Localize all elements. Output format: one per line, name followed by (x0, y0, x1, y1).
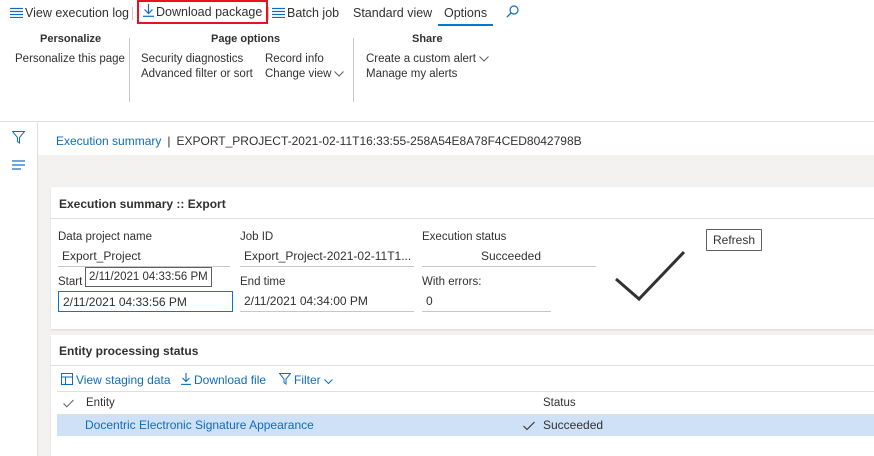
download-package-label: Download package (156, 5, 263, 19)
chevron-down-icon (479, 53, 489, 65)
start-tooltip: 2/11/2021 04:33:56 PM (85, 267, 212, 287)
standard-view-button[interactable]: Standard view (353, 0, 432, 26)
breadcrumb: Execution summary | EXPORT_PROJECT-2021-02… (56, 134, 582, 148)
create-custom-alert-button[interactable]: Create a custom alert (366, 53, 489, 65)
download-file-label: Download file (194, 373, 267, 387)
record-info-button[interactable]: Record info (265, 53, 324, 65)
check-icon (523, 420, 535, 434)
left-rail (0, 122, 38, 456)
tab-options[interactable]: Options (438, 0, 494, 26)
filter-icon[interactable] (11, 131, 26, 147)
entity-processing-card: Entity processing status View staging da… (51, 335, 874, 456)
with-errors-field[interactable]: 0 (422, 291, 551, 312)
filter-button[interactable]: Filter (278, 371, 333, 390)
job-id-field[interactable]: Export_Project-2021-02-11T1... (240, 246, 414, 267)
chevron-down-icon (334, 68, 345, 80)
execution-status-field[interactable]: Succeeded (422, 246, 596, 267)
batch-job-label: Batch job (287, 6, 340, 20)
execution-summary-card: Execution summary :: Export Data project… (51, 187, 874, 329)
download-file-button[interactable]: Download file (181, 371, 266, 389)
action-bar: View execution log Download package Batc… (0, 0, 874, 26)
change-view-button[interactable]: Change view (265, 68, 345, 81)
table-row[interactable]: Docentric Electronic Signature Appearanc… (57, 415, 874, 436)
data-project-name-label: Data project name (58, 231, 152, 243)
create-custom-alert-label: Create a custom alert (366, 53, 476, 66)
divider (268, 7, 269, 20)
divider (129, 38, 130, 102)
search-button[interactable] (506, 0, 521, 26)
entity-cell[interactable]: Docentric Electronic Signature Appearanc… (85, 415, 314, 436)
column-header-status[interactable]: Status (543, 397, 576, 409)
divider (57, 391, 874, 392)
job-id-label: Job ID (240, 231, 274, 243)
batch-job-button[interactable]: Batch job (272, 0, 339, 26)
data-project-name-field[interactable]: Export_Project (58, 246, 230, 267)
ribbon: Personalize Personalize this page Page o… (0, 26, 874, 121)
security-diagnostics-button[interactable]: Security diagnostics (141, 53, 243, 65)
with-errors-label: With errors: (422, 276, 482, 288)
status-cell: Succeeded (543, 418, 604, 432)
filter-icon (278, 372, 292, 390)
start-label: Start (58, 276, 83, 288)
view-execution-log-label: View execution log (25, 6, 130, 20)
divider (51, 365, 874, 366)
filter-label: Filter (294, 373, 321, 387)
refresh-button[interactable]: Refresh (706, 229, 763, 251)
download-icon (143, 3, 154, 23)
advanced-filter-button[interactable]: Advanced filter or sort (141, 68, 253, 80)
options-label: Options (444, 6, 488, 20)
divider (353, 38, 354, 102)
chevron-down-icon (323, 372, 333, 390)
grid-toolbar: View staging data Download file Filter (61, 371, 861, 389)
view-staging-data-label: View staging data (76, 373, 171, 387)
change-view-label: Change view (265, 68, 332, 81)
batch-icon (272, 1, 285, 27)
card-title: Entity processing status (59, 344, 199, 358)
checkmark-icon (613, 246, 689, 307)
list-icon[interactable] (12, 159, 25, 173)
table-icon (61, 372, 73, 390)
ribbon-group-title: Personalize (40, 33, 102, 45)
list-icon (10, 1, 23, 27)
divider (51, 218, 874, 219)
view-staging-data-button[interactable]: View staging data (61, 371, 171, 389)
breadcrumb-separator: | (167, 134, 171, 148)
ribbon-group-title: Share (412, 33, 443, 45)
ribbon-group-title: Page options (211, 33, 281, 45)
page-title: EXPORT_PROJECT-2021-02-11T16:33:55-258A5… (176, 134, 582, 148)
card-title: Execution summary :: Export (59, 197, 226, 211)
select-all-checkbox[interactable] (63, 397, 74, 411)
breadcrumb-link[interactable]: Execution summary (56, 134, 161, 148)
search-icon (506, 1, 519, 27)
column-header-entity[interactable]: Entity (86, 397, 115, 409)
end-time-label: End time (240, 276, 286, 288)
download-icon (181, 372, 191, 390)
personalize-this-page-button[interactable]: Personalize this page (15, 53, 125, 65)
manage-my-alerts-button[interactable]: Manage my alerts (366, 68, 457, 80)
end-time-field[interactable]: 2/11/2021 04:34:00 PM (240, 291, 414, 312)
view-execution-log-button[interactable]: View execution log (10, 0, 129, 26)
divider (132, 7, 133, 20)
download-package-button[interactable]: Download package (137, 0, 269, 24)
standard-view-label: Standard view (353, 6, 433, 20)
execution-status-label: Execution status (422, 231, 507, 243)
start-field[interactable]: 2/11/2021 04:33:56 PM (58, 291, 233, 312)
